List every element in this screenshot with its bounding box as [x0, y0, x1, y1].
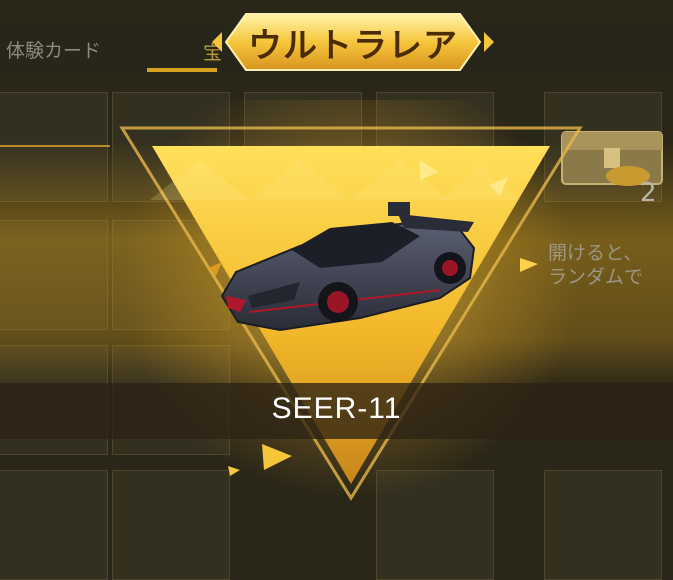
item-name: SEER-11 — [271, 392, 402, 425]
rarity-label: ウルトラレア — [248, 26, 458, 66]
